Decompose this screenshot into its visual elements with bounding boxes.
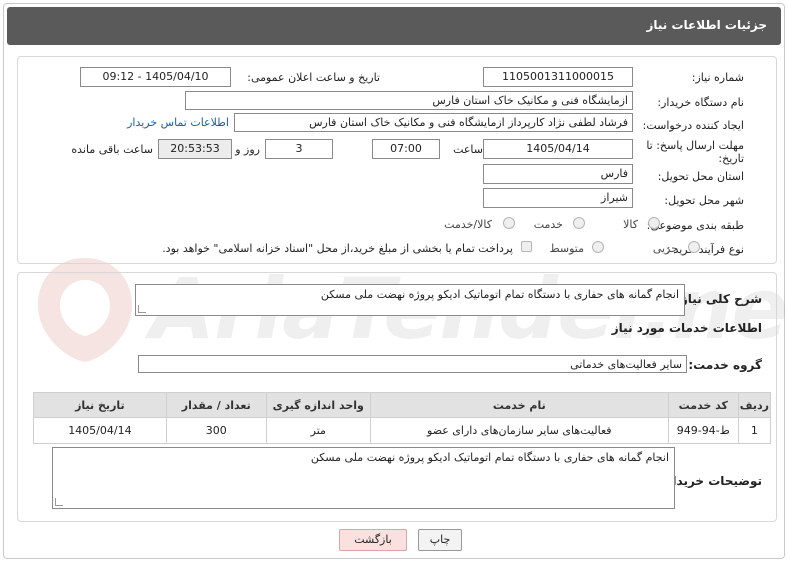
deadline-label-date: تاریخ:: [718, 152, 744, 165]
col-service-code: کد خدمت: [667, 392, 739, 418]
page-title: جزئیات اطلاعات نیاز: [646, 18, 767, 32]
cell-service-name: فعالیت‌های سایر سازمان‌های دارای عضو: [369, 417, 669, 444]
treasury-payment-note: پرداخت تمام یا بخشی از مبلغ خرید،از محل …: [162, 242, 513, 255]
service-group-label: گروه خدمت:: [688, 358, 762, 372]
need-number-field[interactable]: 1105001311000015: [483, 67, 633, 87]
buyer-org-label: نام دستگاه خریدار:: [657, 96, 744, 109]
col-row-number: ردیف: [737, 392, 772, 418]
days-label: روز و: [235, 143, 260, 156]
cell-need-date: 1405/04/14: [33, 417, 167, 444]
table-header-row: ردیف کد خدمت نام خدمت واحد اندازه گیری ت…: [33, 392, 772, 418]
requester-field[interactable]: فرشاد لطفی نژاد کارپرداز ازمایشگاه فنی و…: [234, 113, 633, 132]
service-group-field[interactable]: سایر فعالیت‌های خدماتی: [138, 355, 687, 373]
need-number-label: شماره نیاز:: [691, 71, 744, 84]
days-field[interactable]: 3: [265, 139, 333, 159]
process-option-minor: جزیی: [652, 242, 678, 255]
announce-label: تاریخ و ساعت اعلان عمومی:: [247, 71, 380, 84]
summary-textarea[interactable]: انجام گمانه های حفاری با دستگاه تمام اتو…: [135, 284, 685, 316]
category-option-goods: کالا: [623, 218, 638, 231]
cell-service-code: ط-94-949: [667, 417, 739, 444]
table-row[interactable]: 1 ط-94-949 فعالیت‌های سایر سازمان‌های دا…: [33, 417, 772, 444]
province-label: استان محل تحویل:: [657, 170, 744, 183]
category-option-goods-service: کالا/خدمت: [444, 218, 492, 231]
resize-grip-icon[interactable]: [138, 305, 146, 313]
remaining-label: ساعت باقی مانده: [71, 143, 153, 156]
col-unit: واحد اندازه گیری: [265, 392, 371, 418]
cell-unit: متر: [265, 417, 371, 444]
province-field[interactable]: فارس: [483, 164, 633, 184]
deadline-time-field[interactable]: 07:00: [372, 139, 440, 159]
category-option-service: خدمت: [533, 218, 563, 231]
cell-row-number: 1: [737, 417, 772, 444]
summary-label: شرح کلی نیاز:: [676, 292, 762, 306]
buyer-contact-link[interactable]: اطلاعات تماس خریدار: [127, 116, 229, 129]
process-radio-medium[interactable]: [592, 241, 604, 253]
deadline-date-field[interactable]: 1405/04/14: [483, 139, 633, 159]
need-info-section: [17, 56, 777, 264]
category-radio-goods[interactable]: [648, 217, 660, 229]
remaining-time-field: 20:53:53: [158, 139, 232, 159]
print-button[interactable]: چاپ: [418, 529, 462, 551]
treasury-payment-checkbox[interactable]: [521, 241, 532, 252]
header-bar: جزئیات اطلاعات نیاز: [7, 7, 781, 45]
col-need-date: تاریخ نیاز: [33, 392, 167, 418]
announce-field[interactable]: 1405/04/10 - 09:12: [80, 67, 231, 87]
col-service-name: نام خدمت: [369, 392, 669, 418]
city-label: شهر محل تحویل:: [664, 194, 744, 207]
requester-label: ایجاد کننده درخواست:: [642, 119, 744, 132]
buyer-org-field[interactable]: ازمایشگاه فنی و مکانیک خاک استان فارس: [185, 91, 633, 110]
buyer-notes-label: توضیحات خریدار:: [660, 474, 762, 488]
category-label: طبقه بندی موضوعی:: [646, 219, 744, 232]
category-radio-service[interactable]: [573, 217, 585, 229]
city-field[interactable]: شیراز: [483, 188, 633, 208]
resize-grip-icon[interactable]: [55, 498, 63, 506]
category-radio-goods-service[interactable]: [503, 217, 515, 229]
deadline-label: مهلت ارسال پاسخ: تا: [646, 139, 744, 152]
buyer-notes-text: انجام گمانه های حفاری با دستگاه تمام اتو…: [310, 451, 669, 464]
process-radio-minor[interactable]: [688, 241, 700, 253]
services-section-title: اطلاعات خدمات مورد نیاز: [611, 321, 762, 335]
time-label: ساعت: [453, 143, 483, 156]
services-table: ردیف کد خدمت نام خدمت واحد اندازه گیری ت…: [33, 392, 772, 444]
process-option-medium: متوسط: [549, 242, 584, 255]
buyer-notes-textarea[interactable]: انجام گمانه های حفاری با دستگاه تمام اتو…: [52, 447, 675, 509]
summary-text: انجام گمانه های حفاری با دستگاه تمام اتو…: [320, 288, 679, 301]
cell-quantity: 300: [165, 417, 267, 444]
back-button[interactable]: بازگشت: [339, 529, 407, 551]
col-quantity: تعداد / مقدار: [165, 392, 267, 418]
